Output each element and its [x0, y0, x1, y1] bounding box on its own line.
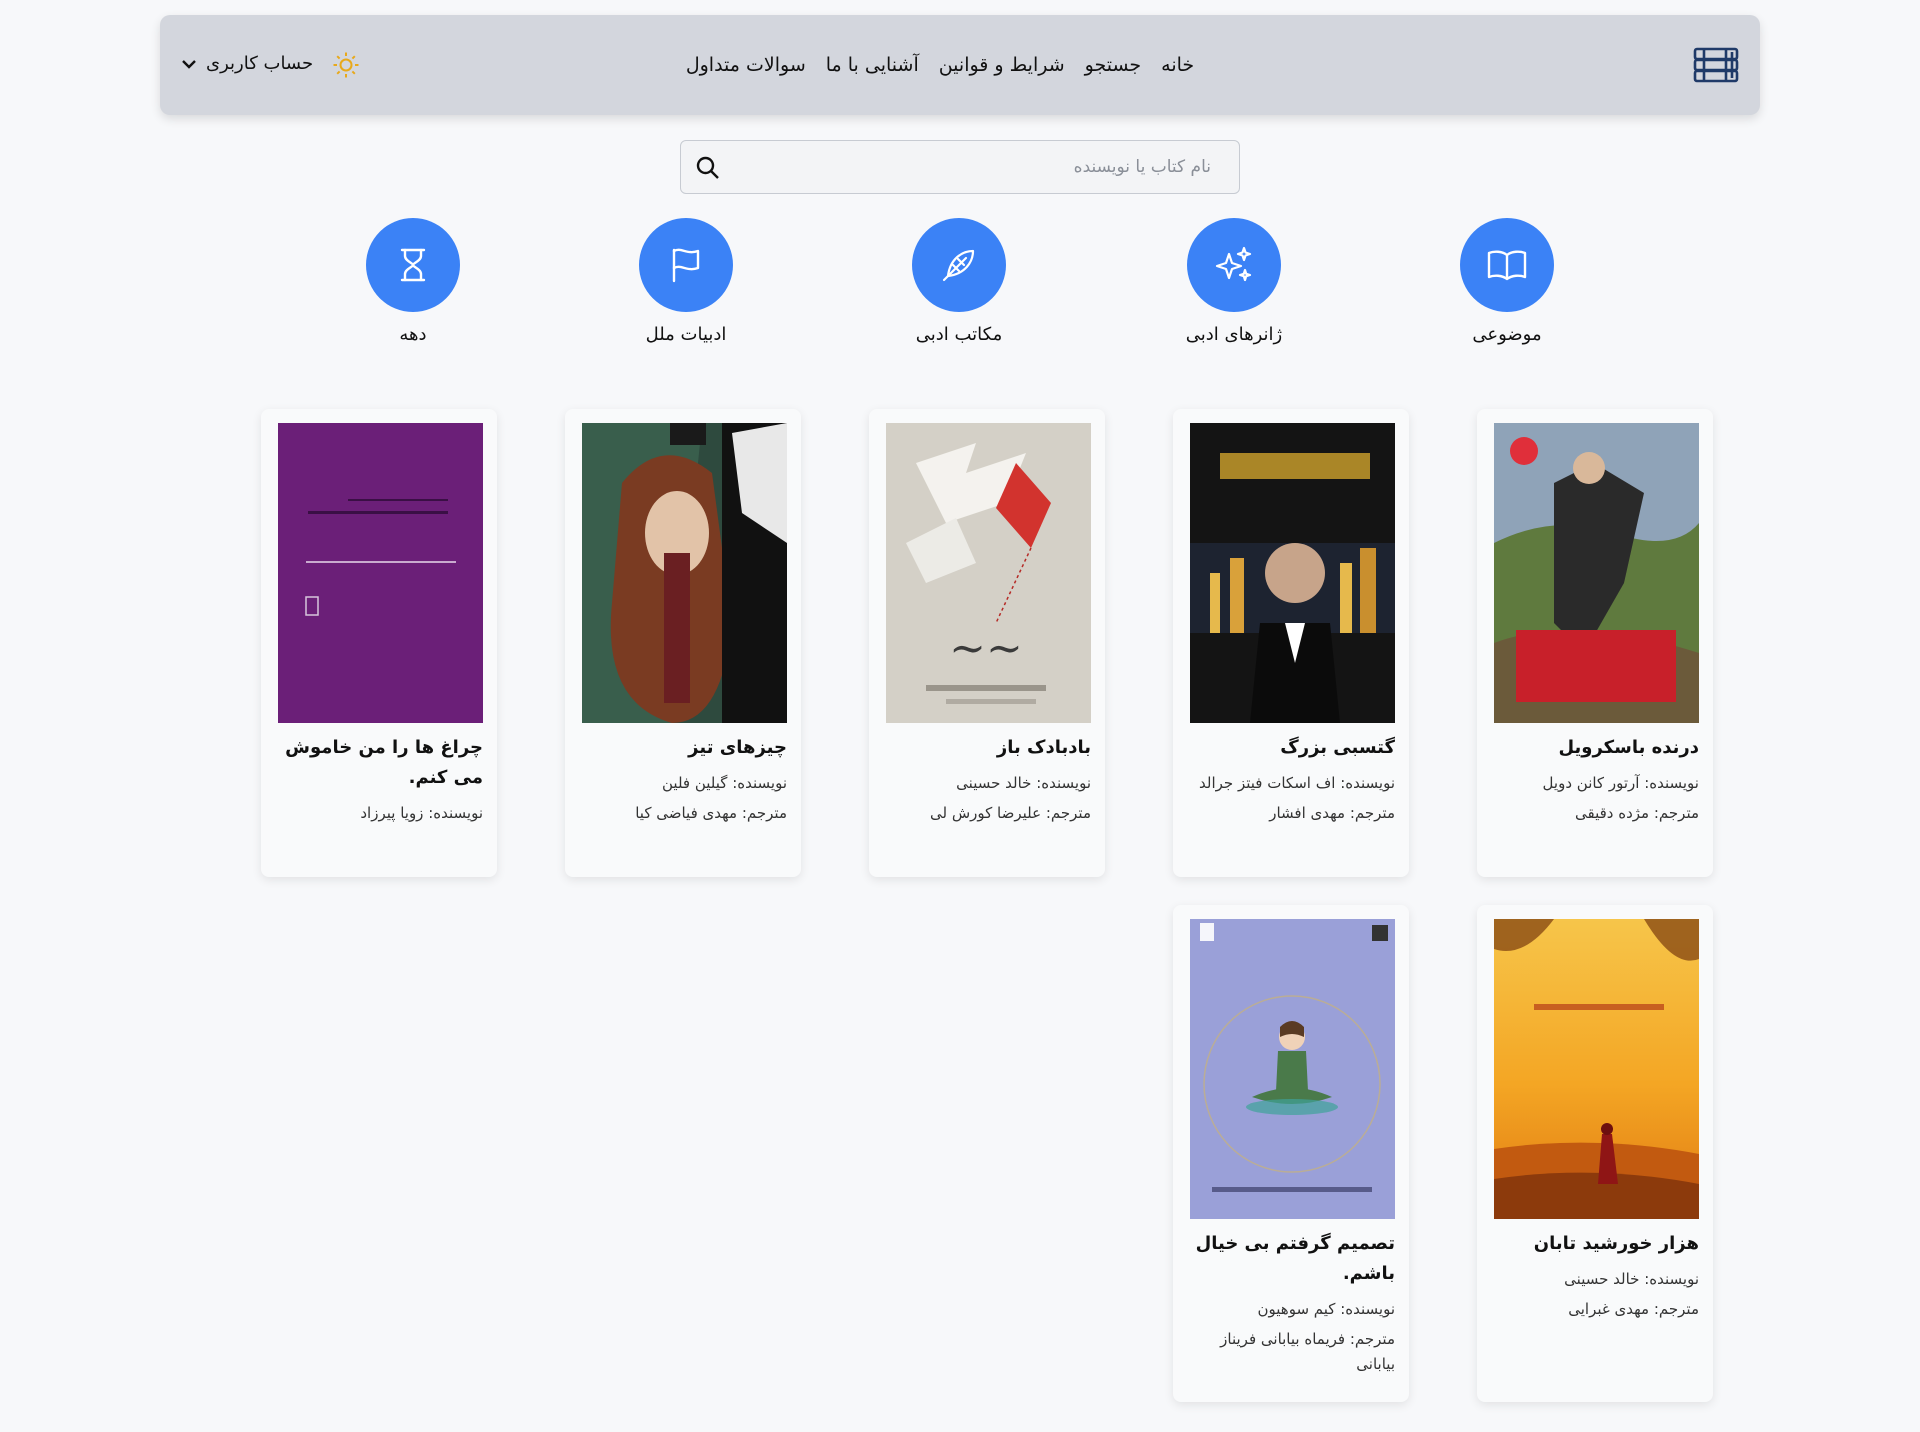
book-translator: مترجم: مهدی افشار	[1269, 804, 1395, 822]
nav-home[interactable]: خانه	[1161, 54, 1194, 76]
sparkles-icon	[1187, 218, 1281, 312]
flag-icon	[639, 218, 733, 312]
main-nav: خانه جستجو شرایط و قوانین آشنایی با ما س…	[160, 15, 1760, 115]
category-label: ژانرهای ادبی	[1185, 324, 1283, 345]
hourglass-icon	[366, 218, 460, 312]
book-cover-image	[1494, 423, 1699, 723]
svg-text:~~: ~~	[949, 623, 1023, 674]
book-translator: مترجم: فریماه بیابانی فریناز بیابانی	[1220, 1330, 1395, 1373]
book-card[interactable]: تصمیم گرفتم بی خیال باشم. نویسنده: کیم س…	[1173, 905, 1409, 1402]
book-author: نویسنده: آرتور کانن دویل	[1542, 774, 1699, 792]
book-translator: مترجم: علیرضا کورش لی	[930, 804, 1091, 822]
search-icon[interactable]	[695, 155, 721, 181]
search-box	[680, 140, 1240, 194]
book-author: نویسنده: اف اسکات فیتز جرالد	[1199, 774, 1395, 792]
account-label: حساب کاربری	[206, 53, 314, 74]
book-title: چراغ ها را من خاموش می کنم.	[285, 737, 483, 788]
book-title: چیزهای تیز	[688, 737, 787, 758]
nav-about[interactable]: آشنایی با ما	[826, 54, 919, 76]
book-translator: مترجم: مهدی فیاضی کیا	[635, 804, 787, 822]
category-decade[interactable]: دهه	[333, 218, 493, 345]
book-author: نویسنده: کیم سوهیون	[1257, 1300, 1396, 1318]
book-title: هزار خورشید تابان	[1533, 1233, 1699, 1254]
category-subject[interactable]: موضوعی	[1427, 218, 1587, 345]
book-cover-image	[1190, 919, 1395, 1219]
feather-icon	[912, 218, 1006, 312]
category-genres[interactable]: ژانرهای ادبی	[1154, 218, 1314, 345]
book-card[interactable]: هزار خورشید تابان نویسنده: خالد حسینی مت…	[1477, 905, 1713, 1402]
book-translator: مترجم: مژده دقیقی	[1575, 804, 1699, 822]
category-label: ادبیات ملل	[645, 324, 727, 345]
nav-terms[interactable]: شرایط و قوانین	[939, 54, 1065, 76]
book-cover-image	[278, 423, 483, 723]
book-cover-image	[1190, 423, 1395, 723]
book-author: نویسنده: خالد حسینی	[956, 774, 1091, 792]
account-menu[interactable]: حساب کاربری	[180, 53, 313, 74]
book-author: نویسنده: گیلین فلین	[662, 774, 787, 792]
nav-faq[interactable]: سوالات متداول	[686, 54, 806, 76]
book-card[interactable]: چراغ ها را من خاموش می کنم. نویسنده: زوی…	[261, 409, 497, 877]
nav-search[interactable]: جستجو	[1085, 54, 1142, 76]
book-card[interactable]: درنده باسکرویل نویسنده: آرتور کانن دویل …	[1477, 409, 1713, 877]
category-label: مکاتب ادبی	[915, 324, 1003, 345]
book-card[interactable]: چیزهای تیز نویسنده: گیلین فلین مترجم: مه…	[565, 409, 801, 877]
book-translator: مترجم: مهدی غبرایی	[1568, 1300, 1699, 1318]
category-label: دهه	[399, 324, 427, 345]
book-open-icon	[1460, 218, 1554, 312]
search-input[interactable]	[737, 141, 1211, 193]
book-cover-image: ~~	[886, 423, 1091, 723]
category-schools[interactable]: مکاتب ادبی	[879, 218, 1039, 345]
book-author: نویسنده: خالد حسینی	[1564, 1270, 1699, 1288]
top-navbar: خانه جستجو شرایط و قوانین آشنایی با ما س…	[160, 15, 1760, 115]
book-cover-image	[582, 423, 787, 723]
chevron-down-icon	[182, 59, 196, 69]
sun-icon[interactable]	[332, 51, 360, 79]
book-title: گتسبی بزرگ	[1280, 737, 1395, 758]
book-card[interactable]: ~~ بادبادک باز نویسنده: خالد حسینی مترجم…	[869, 409, 1105, 877]
book-title: درنده باسکرویل	[1558, 737, 1699, 758]
category-label: موضوعی	[1472, 324, 1542, 345]
book-card[interactable]: گتسبی بزرگ نویسنده: اف اسکات فیتز جرالد …	[1173, 409, 1409, 877]
book-title: تصمیم گرفتم بی خیال باشم.	[1195, 1233, 1395, 1284]
book-cover-image	[1494, 919, 1699, 1219]
category-nations[interactable]: ادبیات ملل	[606, 218, 766, 345]
book-title: بادبادک باز	[996, 737, 1091, 758]
book-author: نویسنده: زویا پیرزاد	[360, 804, 483, 822]
